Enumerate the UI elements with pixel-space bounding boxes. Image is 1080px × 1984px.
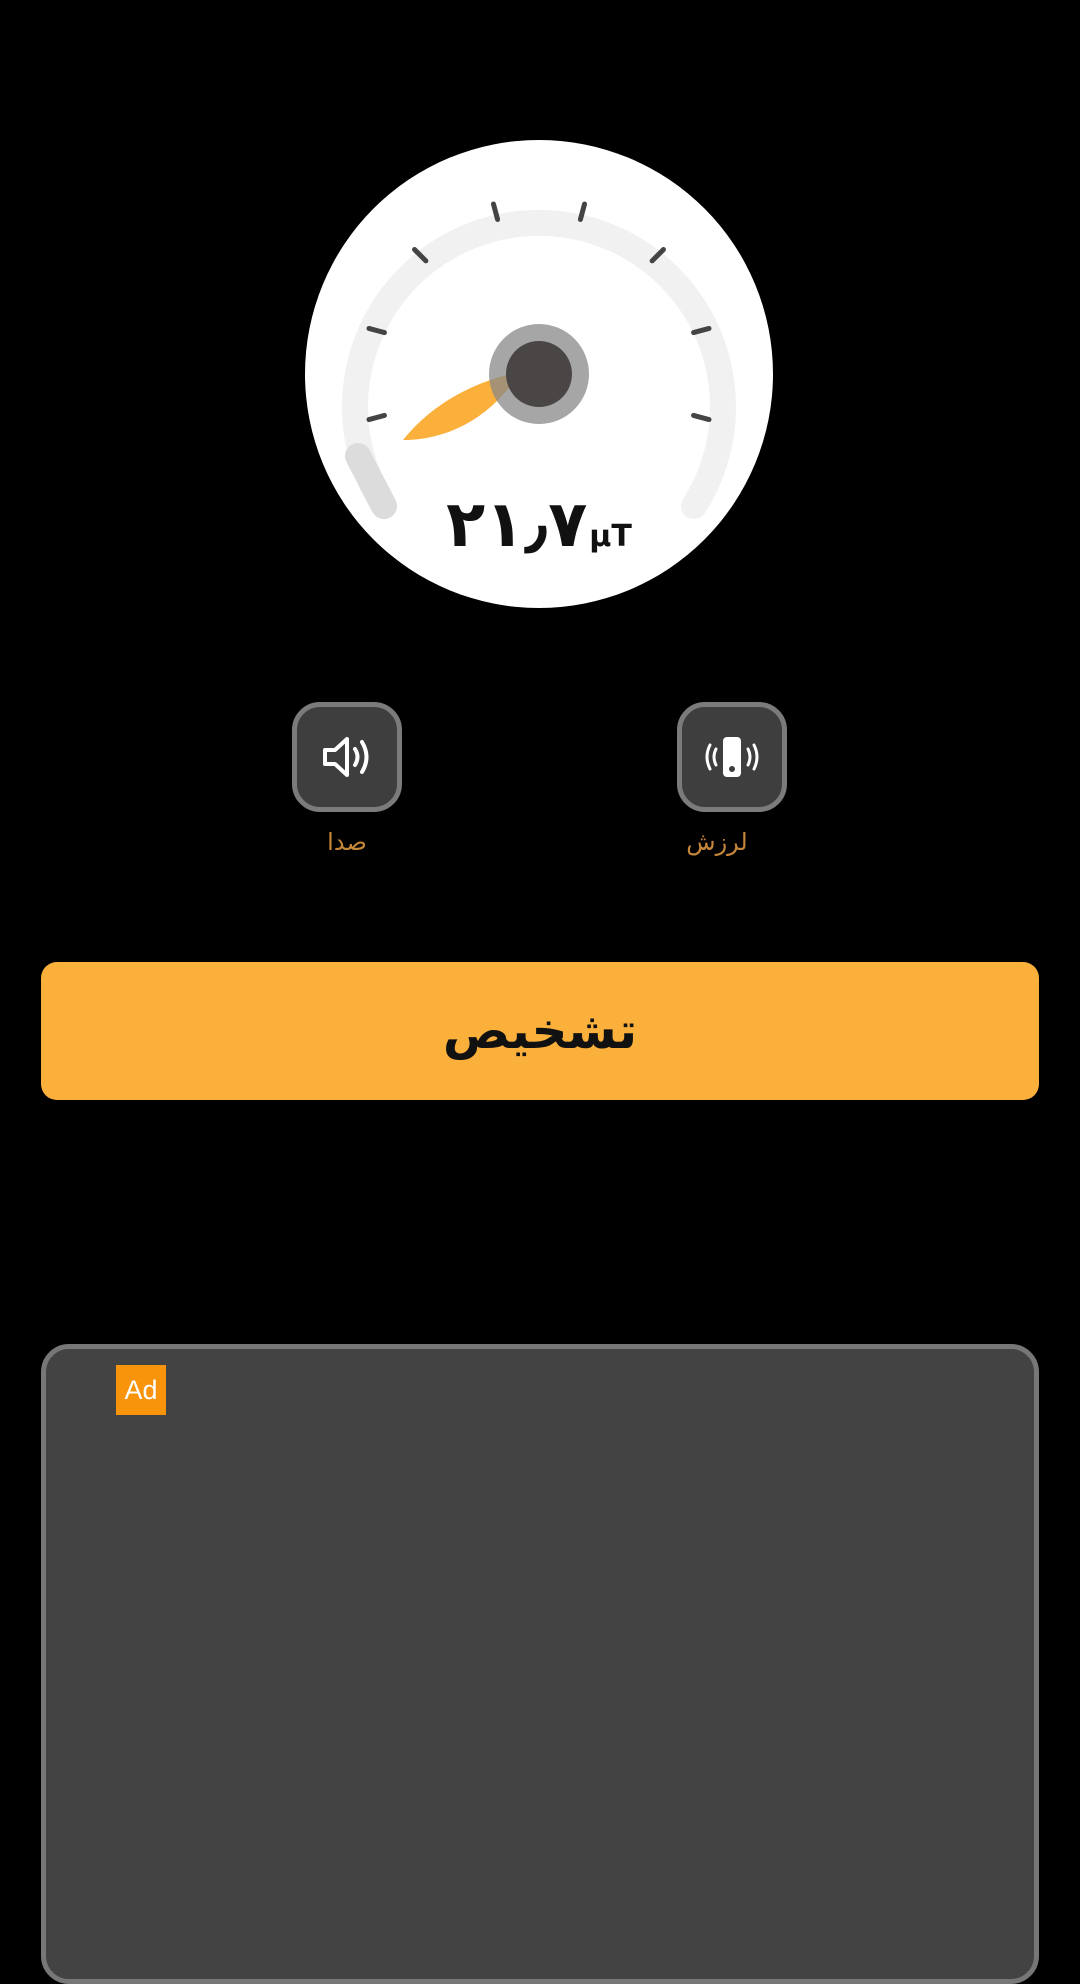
vibration-toggle-button[interactable] [677, 702, 787, 812]
ad-badge: Ad [116, 1365, 166, 1415]
field-reading: ۲۱٫۷μT [305, 488, 773, 562]
vibration-icon [705, 737, 759, 777]
needle-hub [506, 341, 572, 407]
detect-button-label: تشخیص [442, 1002, 638, 1060]
vibration-label: لرزش [686, 828, 748, 856]
detect-button[interactable]: تشخیص [41, 962, 1039, 1100]
reading-value: ۲۱٫۷ [446, 488, 588, 562]
ad-container[interactable]: Ad [41, 1344, 1039, 1984]
reading-unit: μT [589, 519, 632, 554]
sound-label: صدا [327, 828, 367, 856]
speaker-icon [323, 737, 369, 777]
sound-toggle-button[interactable] [292, 702, 402, 812]
